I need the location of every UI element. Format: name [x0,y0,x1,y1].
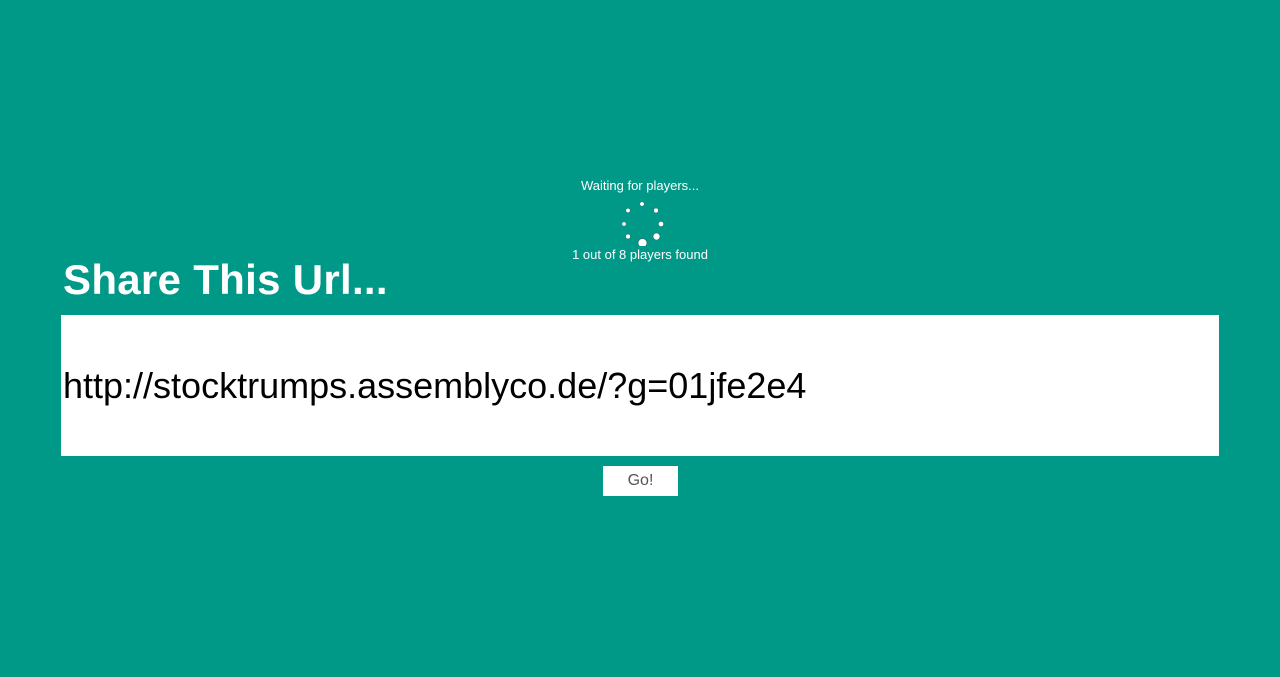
waiting-status-text: Waiting for players... [580,178,699,193]
share-url-field[interactable] [61,315,1219,456]
loading-spinner-icon [621,201,664,246]
go-button[interactable]: Go! [603,466,678,496]
share-url-heading: Share This Url... [63,256,388,303]
lobby-screen: Waiting for players... 1 out of 8 player… [0,0,1280,677]
